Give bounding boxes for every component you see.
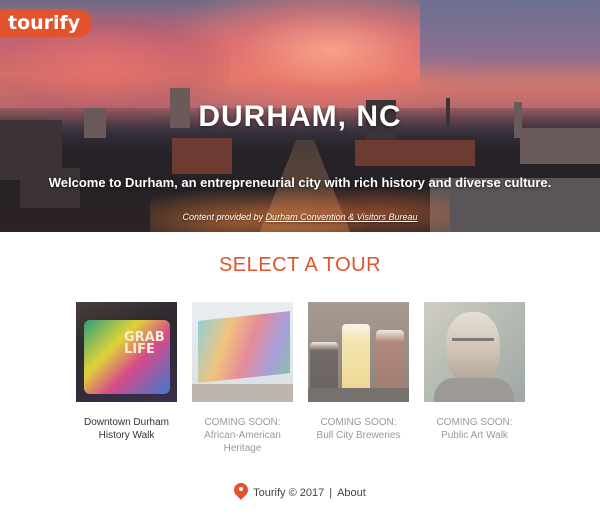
building bbox=[172, 138, 232, 174]
tourify-logo[interactable]: tourify bbox=[0, 9, 93, 37]
about-link[interactable]: About bbox=[337, 487, 366, 499]
tour-label-line1: Downtown Durham bbox=[83, 417, 170, 428]
tour-card-african-american-heritage: COMING SOON: African-American Heritage bbox=[192, 302, 293, 455]
tour-thumbnail-portrait-mural bbox=[424, 302, 525, 402]
tour-label-line1: COMING SOON: bbox=[204, 417, 281, 428]
mural-art bbox=[198, 311, 290, 383]
tour-thumbnail-beer-glasses bbox=[308, 302, 409, 402]
tour-card-public-art-walk: COMING SOON: Public Art Walk bbox=[424, 302, 525, 442]
tour-label-line2: Bull City Breweries bbox=[316, 430, 401, 441]
copyright-text: Tourify © 2017 bbox=[253, 487, 325, 499]
tour-label-line1: COMING SOON: bbox=[320, 417, 397, 428]
page-title: DURHAM, NC bbox=[198, 100, 402, 133]
content-credit: Content provided by Durham Convention & … bbox=[0, 212, 600, 222]
footer-separator: | bbox=[329, 487, 333, 499]
hero-subtitle: Welcome to Durham, an entrepreneurial ci… bbox=[48, 175, 552, 190]
portrait-glasses bbox=[452, 338, 494, 347]
credit-prefix: Content provided by bbox=[182, 212, 266, 222]
tour-card-downtown-history[interactable]: GRAB LIFE Downtown Durham History Walk bbox=[76, 302, 177, 442]
table bbox=[308, 388, 409, 402]
tour-label-line2: African-American Heritage bbox=[204, 430, 281, 454]
tour-label-line2: Public Art Walk bbox=[441, 430, 508, 441]
portrait-face bbox=[446, 312, 500, 382]
sky bbox=[420, 0, 600, 90]
cvb-link[interactable]: Durham Convention & Visitors Bureau bbox=[266, 212, 418, 222]
mural-lettering: GRAB LIFE bbox=[124, 330, 165, 357]
building bbox=[355, 140, 475, 166]
tour-card-bull-city-breweries: COMING SOON: Bull City Breweries bbox=[308, 302, 409, 442]
tour-thumbnail-mural[interactable]: GRAB LIFE bbox=[76, 302, 177, 402]
tour-label: COMING SOON: Public Art Walk bbox=[424, 416, 525, 442]
street bbox=[192, 384, 293, 402]
map-pin-icon bbox=[231, 480, 252, 503]
beer-glass bbox=[376, 330, 404, 390]
footer: Tourify © 2017 | About bbox=[0, 480, 600, 505]
tour-label[interactable]: Downtown Durham History Walk bbox=[76, 416, 177, 442]
section-title: SELECT A TOUR bbox=[218, 254, 382, 276]
tour-label-line2: History Walk bbox=[98, 430, 155, 441]
hero-banner: tourify DURHAM, NC Welcome to Durham, an… bbox=[0, 0, 600, 232]
beer-glass bbox=[310, 342, 338, 390]
beer-glass bbox=[342, 324, 370, 390]
portrait-body bbox=[434, 378, 514, 402]
tour-label-line1: COMING SOON: bbox=[436, 417, 513, 428]
tour-label: COMING SOON: Bull City Breweries bbox=[308, 416, 409, 442]
tour-thumbnail-wall-mural bbox=[192, 302, 293, 402]
tour-label: COMING SOON: African-American Heritage bbox=[192, 416, 293, 455]
tour-list: GRAB LIFE Downtown Durham History Walk CO… bbox=[76, 302, 526, 462]
